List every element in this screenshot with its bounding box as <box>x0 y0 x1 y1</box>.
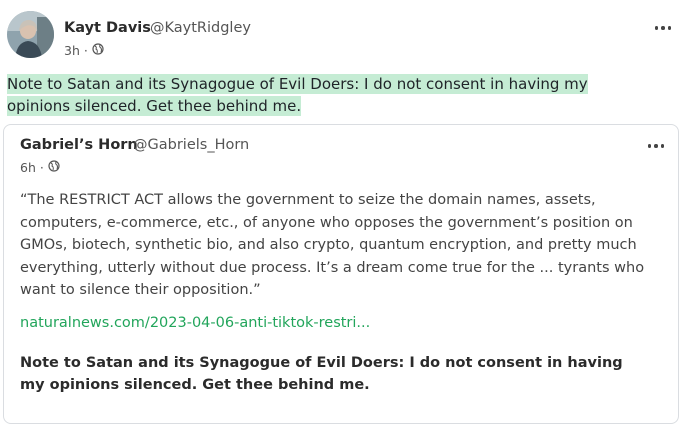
post-meta: 3h · <box>64 43 104 58</box>
post-text: Note to Satan and its Synagogue of Evil … <box>7 73 632 117</box>
globe-icon <box>92 43 104 58</box>
quoted-post-time[interactable]: 6h <box>20 160 36 175</box>
quoted-author-name[interactable]: Gabriel’s Horn <box>20 137 138 153</box>
quoted-post-link[interactable]: naturalnews.com/2023-04-06-anti-tiktok-r… <box>20 315 370 331</box>
meta-separator: · <box>39 160 44 175</box>
post-text-highlight: Note to Satan and its Synagogue of Evil … <box>7 74 588 116</box>
meta-separator: · <box>83 43 88 58</box>
quoted-post-note: Note to Satan and its Synagogue of Evil … <box>20 355 623 393</box>
quoted-author-handle[interactable]: @Gabriels_Horn <box>133 137 249 153</box>
author-name[interactable]: Kayt Davis <box>64 20 151 36</box>
globe-icon <box>48 160 60 175</box>
quoted-more-options-button[interactable] <box>644 138 668 154</box>
author-handle[interactable]: @KaytRidgley <box>150 20 251 36</box>
quoted-post-body: “The RESTRICT ACT allows the government … <box>20 192 645 298</box>
post-time[interactable]: 3h <box>64 43 80 58</box>
more-options-button[interactable] <box>651 20 675 36</box>
avatar[interactable] <box>7 11 54 58</box>
quoted-post-meta: 6h · <box>20 160 60 175</box>
quoted-post-card[interactable]: Gabriel’s Horn @Gabriels_Horn 6h · “The … <box>3 124 679 424</box>
